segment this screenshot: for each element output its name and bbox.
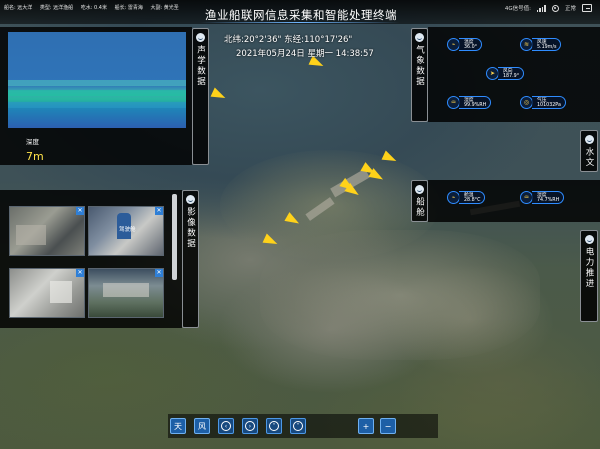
weather-temperature: ⌁ 温度 36.0° xyxy=(447,38,483,51)
ship-captain: 船长: 雷青海 xyxy=(114,5,143,11)
top-header-bar: 船名: 远大洋 类型: 远洋渔船 吃水: 0.4米 船长: 雷青海 大副: 黄光… xyxy=(0,0,600,24)
ship-type: 类型: 远洋渔船 xyxy=(39,5,74,11)
video-scrollbar[interactable] xyxy=(172,194,177,280)
day-view-button[interactable]: 天 xyxy=(170,418,186,434)
tab-acoustic-data[interactable]: 声学数据 xyxy=(192,28,209,165)
video-feed-cabin[interactable]: ✕ xyxy=(9,268,85,318)
depth-label: 深度 xyxy=(26,138,39,146)
weather-humidity: ♒ 湿度 99.9%RH xyxy=(447,96,492,109)
chevron-down-icon: ˅ xyxy=(293,421,303,431)
video-feed-wheelhouse[interactable]: 驾驶舱 ✕ xyxy=(88,206,164,256)
weather-icon xyxy=(415,33,424,42)
close-icon[interactable]: ✕ xyxy=(155,207,163,215)
cabin-humidity: ♒ 湿度 74.7%RH xyxy=(520,191,565,204)
pan-up-button[interactable]: ˄ xyxy=(266,418,282,434)
tab-weather-data[interactable]: 气象数据 xyxy=(411,28,428,122)
chevron-left-icon: ‹ xyxy=(221,421,231,431)
zoom-in-button[interactable]: + xyxy=(358,418,374,434)
water-drop-icon xyxy=(584,135,594,144)
tab-acoustic-label: 声学数据 xyxy=(195,45,206,87)
cabin-icon xyxy=(415,185,424,194)
coordinates-readout: 北纬:20°2'36" 东经:110°17'26" xyxy=(224,35,353,45)
pan-right-button[interactable]: › xyxy=(242,418,258,434)
sonar-echogram xyxy=(8,32,186,128)
status-area: 4G信号值: 正常 xyxy=(505,4,592,12)
signal-strength-icon xyxy=(536,4,546,12)
wind-layer-button[interactable]: 风 xyxy=(194,418,210,434)
sound-wave-icon xyxy=(196,33,205,42)
logout-button[interactable] xyxy=(582,4,592,12)
tab-video-data[interactable]: 影像数据 xyxy=(182,190,199,328)
cabin-temperature: ⌁ 舱温 28.8°C xyxy=(447,191,486,204)
status-indicator-icon xyxy=(551,4,559,12)
page-title: 渔业船联网信息采集和智能处理终端 xyxy=(205,8,397,22)
close-icon[interactable]: ✕ xyxy=(76,269,84,277)
depth-value: 7m xyxy=(26,150,44,163)
tab-hydrology[interactable]: 水文 xyxy=(580,130,598,172)
close-icon[interactable]: ✕ xyxy=(76,207,84,215)
ship-draft: 吃水: 0.4米 xyxy=(80,5,107,11)
video-feed-deck[interactable]: ✕ xyxy=(9,206,85,256)
power-icon xyxy=(584,235,594,244)
camera-icon xyxy=(186,195,195,204)
datetime-readout: 2021年05月24日 星期一 14:38:57 xyxy=(236,49,374,59)
close-icon[interactable]: ✕ xyxy=(155,269,163,277)
title-underline xyxy=(200,22,400,23)
tab-power-label: 电力推进 xyxy=(584,247,594,289)
tab-cabin[interactable]: 船舱 xyxy=(411,180,428,222)
video-feed-stern[interactable]: ✕ xyxy=(88,268,164,318)
city-area xyxy=(260,230,540,360)
weather-pressure: ◎ 气压 101032Pa xyxy=(520,96,566,109)
status-text: 正常 xyxy=(564,6,576,12)
ship-first-mate: 大副: 黄光圣 xyxy=(150,5,179,11)
zoom-out-button[interactable]: − xyxy=(380,418,396,434)
map-toolbar: 天 风 ‹ › ˄ ˅ + − xyxy=(168,414,438,438)
pan-left-button[interactable]: ‹ xyxy=(218,418,234,434)
signal-label: 4G信号值: xyxy=(504,6,531,12)
tab-electric-propulsion[interactable]: 电力推进 xyxy=(580,230,598,322)
chevron-up-icon: ˄ xyxy=(269,421,279,431)
video-label-wheelhouse: 驾驶舱 xyxy=(119,227,136,233)
ship-info: 船名: 远大洋 类型: 远洋渔船 吃水: 0.4米 船长: 雷青海 大副: 黄光… xyxy=(4,4,185,11)
ship-name: 船名: 远大洋 xyxy=(4,5,33,11)
tab-cabin-label: 船舱 xyxy=(414,197,425,218)
chevron-right-icon: › xyxy=(245,421,255,431)
tab-weather-label: 气象数据 xyxy=(414,45,425,87)
weather-wind-speed: ≋ 风速 5.19m/s xyxy=(520,38,562,51)
tab-hydrology-label: 水文 xyxy=(584,147,594,168)
weather-wind-direction: ➤ 风向 187.9° xyxy=(486,67,525,80)
pan-down-button[interactable]: ˅ xyxy=(290,418,306,434)
tab-video-label: 影像数据 xyxy=(185,207,196,249)
